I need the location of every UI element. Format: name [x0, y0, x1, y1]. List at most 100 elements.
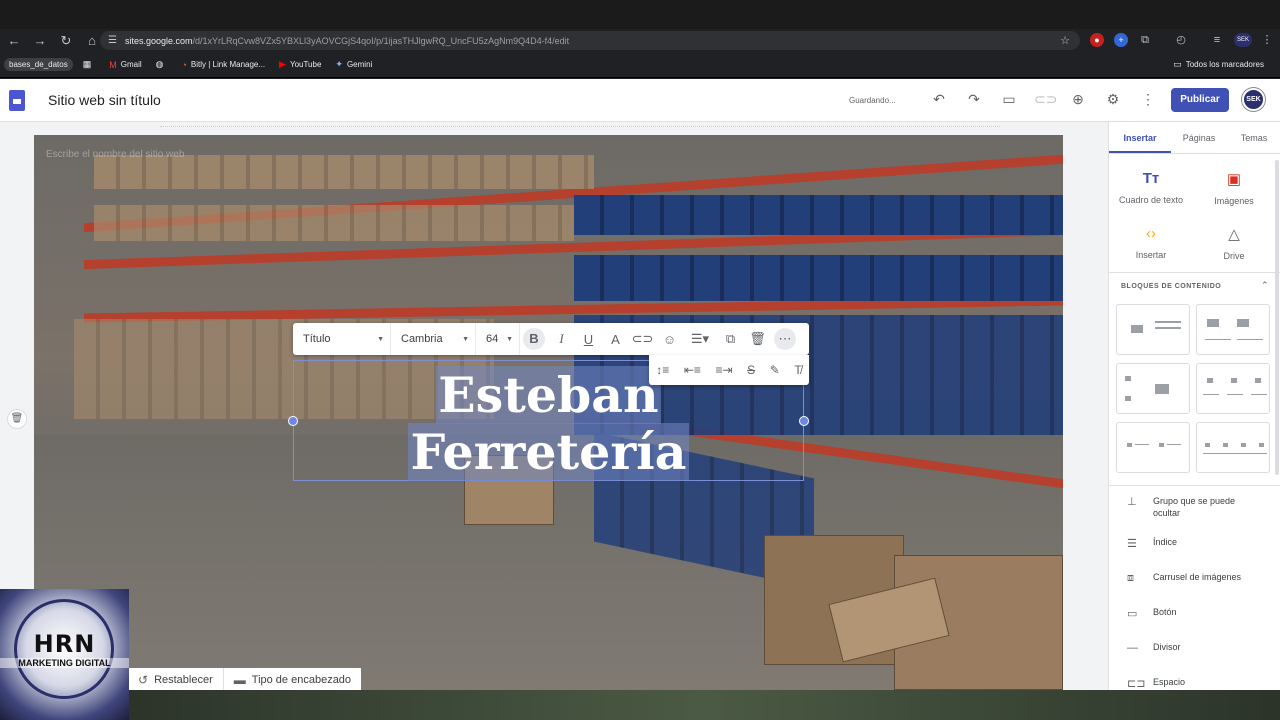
globe-icon: ◍: [155, 59, 164, 69]
content-block-6[interactable]: [1196, 422, 1270, 473]
font-size-select[interactable]: 64 ▼: [476, 323, 520, 355]
site-name-placeholder[interactable]: Escribe el nombre del sitio web: [46, 149, 184, 160]
bold-icon[interactable]: B: [523, 328, 545, 350]
all-bookmarks[interactable]: ▭ Todos los marcadores: [1173, 59, 1264, 70]
chevron-down-icon: ▼: [506, 335, 513, 343]
preview-devices-icon[interactable]: ▭: [999, 91, 1019, 108]
reading-list-icon[interactable]: ≡: [1210, 33, 1224, 47]
strikethrough-icon[interactable]: S: [747, 363, 755, 377]
bookmark-globe[interactable]: ◍: [156, 59, 168, 70]
insert-images[interactable]: ▣ Imágenes: [1194, 170, 1274, 206]
collapsible-group-item[interactable]: ⊥ Grupo que se puede ocultar: [1127, 495, 1253, 519]
bookmark-star-icon[interactable]: ☆: [1060, 34, 1070, 47]
delete-icon[interactable]: 🗑: [744, 331, 771, 347]
undo-icon[interactable]: ↶: [929, 91, 949, 108]
paragraph-style-select[interactable]: Título ▼: [293, 323, 391, 355]
copy-link-icon[interactable]: ⊂⊃: [1034, 91, 1057, 108]
spacer-item[interactable]: ⊏⊐ Espacio: [1127, 677, 1185, 690]
history-icon[interactable]: ◴: [1174, 33, 1188, 47]
bin-row: [574, 195, 1063, 235]
publish-button[interactable]: Publicar: [1171, 88, 1229, 112]
apps-grid-icon[interactable]: ▦: [83, 59, 96, 70]
tab-paginas[interactable]: Páginas: [1171, 122, 1227, 153]
link-icon[interactable]: ⊂⊃: [629, 331, 656, 347]
content-block-4[interactable]: [1196, 363, 1270, 414]
image-carousel-item[interactable]: ⧈ Carrusel de imágenes: [1127, 572, 1241, 585]
google-sites-logo[interactable]: [9, 90, 25, 111]
text-line: [1205, 339, 1231, 340]
emoji-icon[interactable]: ☺: [656, 332, 683, 347]
indent-increase-icon[interactable]: ≡⇥: [715, 363, 732, 377]
text-format-toolbar: Título ▼ Cambria ▼ 64 ▼ B I U A ⊂⊃ ☺ ☰▾ ⧉ 🗑…: [293, 323, 809, 355]
forward-icon[interactable]: →: [28, 33, 52, 48]
content-block-5[interactable]: [1116, 422, 1190, 473]
content-block-1[interactable]: [1116, 304, 1190, 355]
site-info-icon[interactable]: ☰: [108, 35, 117, 46]
panel-scrollbar[interactable]: [1275, 160, 1279, 475]
watermark-subtitle: MARKETING DIGITAL: [0, 658, 129, 668]
extension-icon-plus[interactable]: +: [1114, 33, 1128, 47]
bookmark-gemini[interactable]: ✦ Gemini: [335, 59, 372, 70]
content-block-2[interactable]: [1196, 304, 1270, 355]
button-item[interactable]: ▭ Botón: [1127, 607, 1177, 620]
headline-line-2[interactable]: Ferretería: [408, 423, 689, 481]
extensions-puzzle-icon[interactable]: ⧉: [1138, 33, 1152, 47]
tab-insertar[interactable]: Insertar: [1109, 122, 1171, 153]
channel-watermark: HRN MARKETING DIGITAL: [0, 589, 129, 720]
font-select[interactable]: Cambria ▼: [391, 323, 476, 355]
insert-text-box[interactable]: Tт Cuadro de texto: [1111, 170, 1191, 205]
reset-label: Restablecer: [154, 674, 213, 686]
insert-drive-label: Drive: [1223, 251, 1245, 261]
content-block-3[interactable]: [1116, 363, 1190, 414]
settings-gear-icon[interactable]: ⚙: [1103, 91, 1123, 108]
ruler: [160, 122, 1000, 127]
browser-menu-icon[interactable]: ⋮: [1260, 33, 1274, 47]
bookmark-bases-de-datos[interactable]: bases_de_datos: [4, 58, 73, 71]
header-type-button[interactable]: ▬ Tipo de encabezado: [222, 668, 361, 692]
header-type-label: Tipo de encabezado: [251, 674, 352, 686]
bookmark-gmail[interactable]: M Gmail: [109, 60, 141, 70]
bookmark-bitly[interactable]: ◔ Bitly | Link Manage...: [181, 60, 265, 70]
profile-avatar[interactable]: SEK: [1234, 33, 1252, 47]
image-placeholder-icon: [1125, 376, 1131, 381]
bookmarks-bar: bases_de_datos ▦ M Gmail ◍ ◔ Bitly | Link …: [0, 52, 1280, 78]
italic-icon[interactable]: I: [548, 331, 575, 347]
reload-icon[interactable]: ↻: [54, 33, 78, 49]
clear-format-icon[interactable]: T̸: [794, 363, 801, 377]
tab-temas[interactable]: Temas: [1227, 122, 1280, 153]
text-color-icon[interactable]: A: [602, 332, 629, 347]
more-tools-icon[interactable]: ⋯: [774, 328, 796, 350]
insert-drive[interactable]: △ Drive: [1194, 225, 1274, 261]
more-options-icon[interactable]: ⋮: [1138, 91, 1158, 108]
table-of-contents-item[interactable]: ☰ Índice: [1127, 537, 1177, 550]
back-icon[interactable]: ←: [2, 33, 26, 48]
redo-icon[interactable]: ↷: [964, 91, 984, 108]
headline-line-1[interactable]: Esteban: [436, 366, 661, 424]
account-avatar[interactable]: SEK: [1242, 88, 1265, 111]
sites-header: Sitio web sin título Guardando... ↶ ↷ ▭ …: [0, 79, 1280, 122]
extension-icon-red[interactable]: ●: [1090, 33, 1104, 47]
align-icon[interactable]: ☰▾: [683, 331, 717, 347]
browser-toolbar: ← → ↻ ⌂ ☰ sites.google.com/d/1xYrLRqCvw8…: [0, 29, 1280, 52]
duplicate-icon[interactable]: ⧉: [717, 331, 744, 347]
header-type-icon: ▬: [233, 673, 246, 687]
line-spacing-icon[interactable]: ↕≡: [656, 363, 669, 377]
divider-item[interactable]: — Divisor: [1127, 642, 1181, 654]
text-line: [1251, 394, 1267, 395]
image-placeholder-icon: [1125, 396, 1131, 401]
carousel-icon: ⧈: [1127, 572, 1134, 584]
insert-embed[interactable]: ‹› Insertar: [1111, 225, 1191, 260]
header-section[interactable]: Escribe el nombre del sitio web Esteban …: [34, 135, 1063, 690]
box-row: [94, 155, 594, 189]
address-bar[interactable]: ☰ sites.google.com/d/1xYrLRqCvw8VZx5YBXL…: [100, 31, 1080, 50]
underline-icon[interactable]: U: [575, 332, 602, 347]
share-icon[interactable]: ⊕: [1068, 91, 1088, 108]
bookmark-youtube[interactable]: ▶ YouTube: [279, 59, 321, 70]
chevron-down-icon: ▼: [377, 335, 384, 343]
delete-section-icon[interactable]: 🗑: [7, 409, 27, 429]
reset-button[interactable]: ↺ Restablecer: [128, 668, 223, 692]
highlight-pen-icon[interactable]: ✎: [770, 363, 780, 377]
indent-decrease-icon[interactable]: ⇤≡: [684, 363, 701, 377]
chevron-up-icon[interactable]: ⌃: [1261, 280, 1269, 291]
site-title[interactable]: Sitio web sin título: [48, 92, 161, 108]
